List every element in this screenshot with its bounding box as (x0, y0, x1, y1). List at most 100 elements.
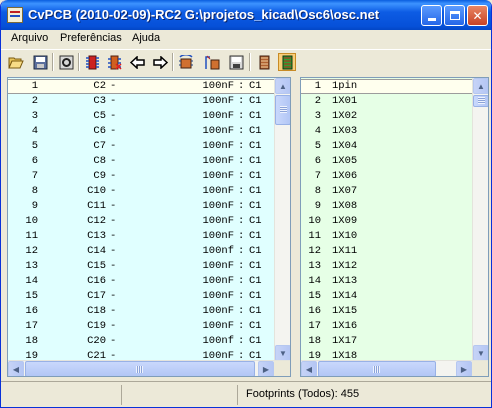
auto-assoc-icon (179, 54, 193, 68)
equfiles-button[interactable] (203, 53, 221, 71)
footprint-row[interactable]: 6 1X05 (301, 154, 474, 169)
menu-preferencias[interactable]: Preferências (60, 32, 122, 44)
component-value: 100nF (202, 320, 234, 332)
component-footprint: C1 (249, 335, 262, 347)
component-row[interactable]: 7 C9- 100nF: C1 (8, 169, 276, 184)
open-button[interactable] (7, 53, 25, 71)
component-row[interactable]: 11 C13- 100nF: C1 (8, 229, 276, 244)
component-number: 3 (31, 110, 38, 122)
scroll-right-button[interactable]: ▶ (456, 361, 472, 376)
chevron-down-icon: ▼ (279, 348, 287, 358)
component-row[interactable]: 1 C2- 100nF: C1 (8, 79, 276, 94)
components-hscroll-thumb[interactable] (25, 361, 255, 376)
minimize-button[interactable] (421, 5, 442, 26)
component-row[interactable]: 4 C6- 100nF: C1 (8, 124, 276, 139)
footprint-name: 1X06 (332, 170, 358, 182)
main-window: CvPCB (2010-02-09)-RC2 G:\projetos_kicad… (0, 0, 492, 408)
filter-footprints-button[interactable] (255, 53, 273, 71)
value-footprint-separator: : (238, 230, 245, 242)
chip-button[interactable] (83, 53, 101, 71)
next-button[interactable] (151, 53, 169, 71)
component-row[interactable]: 16 C18- 100nF: C1 (8, 304, 276, 319)
footprint-row[interactable]: 15 1X14 (301, 289, 474, 304)
value-footprint-separator: : (238, 95, 245, 107)
footprint-row[interactable]: 13 1X12 (301, 259, 474, 274)
value-footprint-separator: : (238, 335, 245, 347)
component-row[interactable]: 5 C7- 100nF: C1 (8, 139, 276, 154)
footprints-vertical-scrollbar[interactable]: ▲ ▼ (472, 78, 488, 361)
component-row[interactable]: 9 C11- 100nF: C1 (8, 199, 276, 214)
footprints-scroll-thumb[interactable] (473, 95, 488, 107)
scroll-up-button[interactable]: ▲ (275, 78, 290, 94)
footprint-row[interactable]: 8 1X07 (301, 184, 474, 199)
footprint-row[interactable]: 10 1X09 (301, 214, 474, 229)
component-row[interactable]: 3 C5- 100nF: C1 (8, 109, 276, 124)
footprint-row[interactable]: 7 1X06 (301, 169, 474, 184)
scroll-right-button[interactable]: ▶ (258, 361, 274, 376)
component-footprint: C1 (249, 215, 262, 227)
footprint-row[interactable]: 1 1pin (301, 79, 474, 94)
components-list[interactable]: 1 C2-100nF: C1 2 C3-100nF: C1 3 C5-100nF: C1 4 C6-… (7, 77, 291, 377)
window-title: CvPCB (2010-02-09)-RC2 G:\projetos_kicad… (28, 7, 380, 22)
menu-arquivo[interactable]: Arquivo (11, 32, 48, 44)
footprint-row[interactable]: 4 1X03 (301, 124, 474, 139)
components-horizontal-scrollbar[interactable]: ◀ ▶ (8, 360, 290, 376)
component-row[interactable]: 18 C20- 100nf: C1 (8, 334, 276, 349)
component-separator: - (110, 230, 117, 242)
toolbar-separator (249, 53, 251, 71)
footprint-row[interactable]: 11 1X10 (301, 229, 474, 244)
config-button[interactable] (57, 53, 75, 71)
auto-associate-button[interactable] (177, 53, 195, 71)
footprint-row[interactable]: 2 1X01 (301, 94, 474, 109)
full-footprint-list-button[interactable] (278, 53, 296, 71)
component-row[interactable]: 10 C12- 100nF: C1 (8, 214, 276, 229)
status-bar: Footprints (Todos): 455 (1, 381, 491, 407)
save-button[interactable] (31, 53, 49, 71)
component-row[interactable]: 17 C19- 100nF: C1 (8, 319, 276, 334)
component-footprint: C1 (249, 185, 262, 197)
footprint-row[interactable]: 3 1X02 (301, 109, 474, 124)
save-list-icon (229, 55, 243, 69)
footprint-row[interactable]: 18 1X17 (301, 334, 474, 349)
component-separator: - (110, 125, 117, 137)
menu-ajuda[interactable]: Ajuda (132, 32, 160, 44)
previous-button[interactable] (128, 53, 146, 71)
footprint-row[interactable]: 9 1X08 (301, 199, 474, 214)
component-row[interactable]: 6 C8- 100nF: C1 (8, 154, 276, 169)
scroll-down-button[interactable]: ▼ (473, 345, 488, 361)
footprint-row[interactable]: 17 1X16 (301, 319, 474, 334)
footprint-row[interactable]: 14 1X13 (301, 274, 474, 289)
title-bar[interactable]: CvPCB (2010-02-09)-RC2 G:\projetos_kicad… (1, 0, 491, 30)
component-footprint: C1 (249, 320, 262, 332)
status-divider (121, 385, 122, 405)
component-row[interactable]: 12 C14- 100nf: C1 (8, 244, 276, 259)
save-netlist-button[interactable] (227, 53, 245, 71)
maximize-button[interactable] (444, 5, 465, 26)
footprint-row[interactable]: 5 1X04 (301, 139, 474, 154)
component-row[interactable]: 13 C15- 100nF: C1 (8, 259, 276, 274)
component-value: 100nF (202, 110, 234, 122)
close-button[interactable]: ✕ (467, 5, 488, 26)
scroll-up-button[interactable]: ▲ (473, 78, 488, 94)
footprint-name: 1X08 (332, 200, 358, 212)
component-row[interactable]: 2 C3- 100nF: C1 (8, 94, 276, 109)
component-separator: - (110, 260, 117, 272)
component-row[interactable]: 8 C10- 100nF: C1 (8, 184, 276, 199)
component-number: 14 (25, 275, 38, 287)
footprint-row[interactable]: 16 1X15 (301, 304, 474, 319)
component-row[interactable]: 14 C16- 100nF: C1 (8, 274, 276, 289)
scroll-down-button[interactable]: ▼ (275, 345, 290, 361)
value-footprint-separator: : (238, 80, 245, 92)
footprints-list[interactable]: 1 1pin 2 1X01 3 1X02 4 1X03 5 1X04 6 1X05 7 1X06 8 1X07… (300, 77, 489, 377)
scroll-left-button[interactable]: ◀ (301, 361, 317, 376)
scroll-left-button[interactable]: ◀ (8, 361, 24, 376)
footprints-hscroll-thumb[interactable] (318, 361, 436, 376)
delete-association-button[interactable] (105, 53, 123, 71)
footprint-number: 10 (308, 215, 321, 227)
component-row[interactable]: 15 C17- 100nF: C1 (8, 289, 276, 304)
footprints-horizontal-scrollbar[interactable]: ◀ ▶ (301, 360, 488, 376)
footprint-row[interactable]: 12 1X11 (301, 244, 474, 259)
component-reference: C14 (87, 245, 106, 257)
components-scroll-thumb[interactable] (275, 95, 290, 125)
components-vertical-scrollbar[interactable]: ▲ ▼ (274, 78, 290, 361)
